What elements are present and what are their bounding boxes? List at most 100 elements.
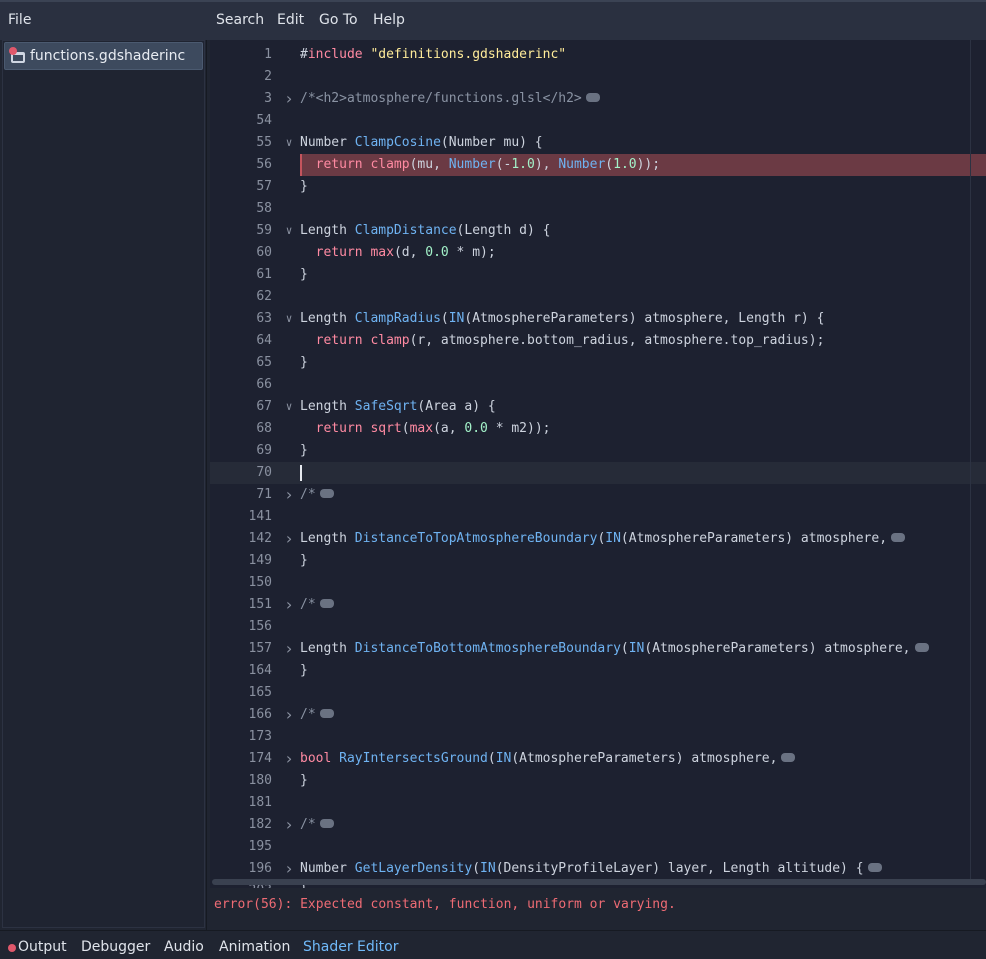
goto-menu[interactable]: Go To	[319, 12, 358, 28]
fold-expand-icon[interactable]: ›	[283, 638, 295, 660]
code-line[interactable]: 56 return clamp(mu, Number(-1.0), Number…	[210, 154, 986, 176]
code-line[interactable]: 66	[210, 374, 986, 396]
code-line[interactable]: 142 › Length DistanceToTopAtmosphereBounda…	[210, 528, 986, 550]
code-line[interactable]: 166 ›/*	[210, 704, 986, 726]
tab-shader-editor[interactable]: Shader Editor	[303, 939, 398, 955]
line-number: 59	[256, 223, 272, 238]
code-line[interactable]: 151 ›/*	[210, 594, 986, 616]
code-line[interactable]: 196 › Number GetLayerDensity(IN(DensityPro…	[210, 858, 986, 880]
tab-debugger[interactable]: Debugger	[81, 939, 150, 955]
line-number: 182	[248, 817, 272, 832]
line-number: 166	[248, 707, 272, 722]
line-number: 173	[248, 729, 272, 744]
code-line[interactable]: 67 ∨ Length SafeSqrt(Area a) {	[210, 396, 986, 418]
code-line[interactable]: 149}	[210, 550, 986, 572]
fold-expand-icon[interactable]: ›	[283, 748, 295, 770]
code-line[interactable]: 55 ∨ Number ClampCosine(Number mu) {	[210, 132, 986, 154]
code-text: }	[300, 179, 308, 194]
code-line[interactable]: 3 ›/*<h2>atmosphere/functions.glsl</h2>	[210, 88, 986, 110]
code-line[interactable]: 1 #include "definitions.gdshaderinc"	[210, 44, 986, 66]
line-number: 142	[248, 531, 272, 546]
code-line[interactable]: 150	[210, 572, 986, 594]
folded-ellipsis-icon[interactable]	[319, 819, 334, 828]
fold-collapse-icon[interactable]: ∨	[283, 308, 295, 330]
code-line[interactable]: 60 return max(d, 0.0 * m);	[210, 242, 986, 264]
code-text: Length ClampRadius(IN(AtmosphereParamete…	[300, 311, 825, 326]
line-number: 65	[256, 355, 272, 370]
file-menu[interactable]: File	[8, 12, 31, 28]
line-number: 57	[256, 179, 272, 194]
folded-ellipsis-icon[interactable]	[891, 533, 906, 542]
code-line[interactable]: 70	[210, 462, 986, 484]
folded-ellipsis-icon[interactable]	[319, 599, 334, 608]
editor-menubar: Search Edit Go To Help	[207, 2, 986, 40]
line-number: 165	[248, 685, 272, 700]
code-line[interactable]: 63 ∨ Length ClampRadius(IN(AtmosphereParam…	[210, 308, 986, 330]
code-text: Length ClampDistance(Length d) {	[300, 223, 551, 238]
folded-ellipsis-icon[interactable]	[585, 93, 600, 102]
fold-expand-icon[interactable]: ›	[283, 858, 295, 880]
line-length-guide	[970, 40, 971, 880]
code-text: bool RayIntersectsGround(IN(AtmospherePa…	[300, 748, 796, 770]
fold-collapse-icon[interactable]: ∨	[283, 220, 295, 242]
folded-ellipsis-icon[interactable]	[914, 643, 929, 652]
code-line[interactable]: 68 return sqrt(max(a, 0.0 * m2));	[210, 418, 986, 440]
folded-ellipsis-icon[interactable]	[319, 489, 334, 498]
code-line[interactable]: 174 › bool RayIntersectsGround(IN(Atmosphe…	[210, 748, 986, 770]
fold-expand-icon[interactable]: ›	[283, 528, 295, 550]
horizontal-scrollbar[interactable]	[212, 879, 986, 885]
line-number: 66	[256, 377, 272, 392]
code-line[interactable]: 65}	[210, 352, 986, 374]
fold-expand-icon[interactable]: ›	[283, 594, 295, 616]
code-line[interactable]: 69}	[210, 440, 986, 462]
code-line[interactable]: 195	[210, 836, 986, 858]
code-text: }	[300, 355, 308, 370]
folded-ellipsis-icon[interactable]	[319, 709, 334, 718]
code-line[interactable]: 181	[210, 792, 986, 814]
line-number: 151	[248, 597, 272, 612]
code-line[interactable]: 58	[210, 198, 986, 220]
code-line[interactable]: 61}	[210, 264, 986, 286]
code-line[interactable]: 64 return clamp(r, atmosphere.bottom_rad…	[210, 330, 986, 352]
line-number: 156	[248, 619, 272, 634]
tab-audio[interactable]: Audio	[164, 939, 204, 955]
code-text: Length SafeSqrt(Area a) {	[300, 399, 496, 414]
file-list-item[interactable]: functions.gdshaderinc	[4, 42, 203, 70]
fold-expand-icon[interactable]: ›	[283, 88, 295, 110]
code-editor[interactable]: 1 #include "definitions.gdshaderinc" 2 3 ›/*…	[210, 40, 986, 888]
tab-output[interactable]: Output	[18, 939, 67, 955]
code-line[interactable]: 164}	[210, 660, 986, 682]
fold-expand-icon[interactable]: ›	[283, 484, 295, 506]
code-line[interactable]: 165	[210, 682, 986, 704]
edit-menu[interactable]: Edit	[277, 12, 304, 28]
line-number: 141	[248, 509, 272, 524]
tab-animation[interactable]: Animation	[219, 939, 290, 955]
shader-file-icon	[9, 47, 25, 64]
code-line[interactable]: 157 › Length DistanceToBottomAtmosphereBou…	[210, 638, 986, 660]
code-line[interactable]: 54	[210, 110, 986, 132]
fold-collapse-icon[interactable]: ∨	[283, 396, 295, 418]
folded-ellipsis-icon[interactable]	[867, 863, 882, 872]
bottom-panel-tabs: Output Debugger Audio Animation Shader E…	[0, 930, 986, 959]
search-menu[interactable]: Search	[216, 12, 264, 28]
folded-ellipsis-icon[interactable]	[781, 753, 796, 762]
code-text: }	[300, 773, 308, 788]
code-line[interactable]: 141	[210, 506, 986, 528]
code-line[interactable]: 156	[210, 616, 986, 638]
fold-expand-icon[interactable]: ›	[283, 814, 295, 836]
code-line[interactable]: 62	[210, 286, 986, 308]
code-text: /*	[300, 704, 334, 726]
code-text: }	[300, 267, 308, 282]
code-text: /*	[300, 814, 334, 836]
help-menu[interactable]: Help	[373, 12, 405, 28]
code-line[interactable]: 57}	[210, 176, 986, 198]
code-line[interactable]: 2	[210, 66, 986, 88]
code-line[interactable]: 173	[210, 726, 986, 748]
line-number: 55	[256, 135, 272, 150]
code-line[interactable]: 71 ›/*	[210, 484, 986, 506]
fold-collapse-icon[interactable]: ∨	[283, 132, 295, 154]
code-line[interactable]: 59 ∨ Length ClampDistance(Length d) {	[210, 220, 986, 242]
fold-expand-icon[interactable]: ›	[283, 704, 295, 726]
code-line[interactable]: 182 ›/*	[210, 814, 986, 836]
code-line[interactable]: 180}	[210, 770, 986, 792]
